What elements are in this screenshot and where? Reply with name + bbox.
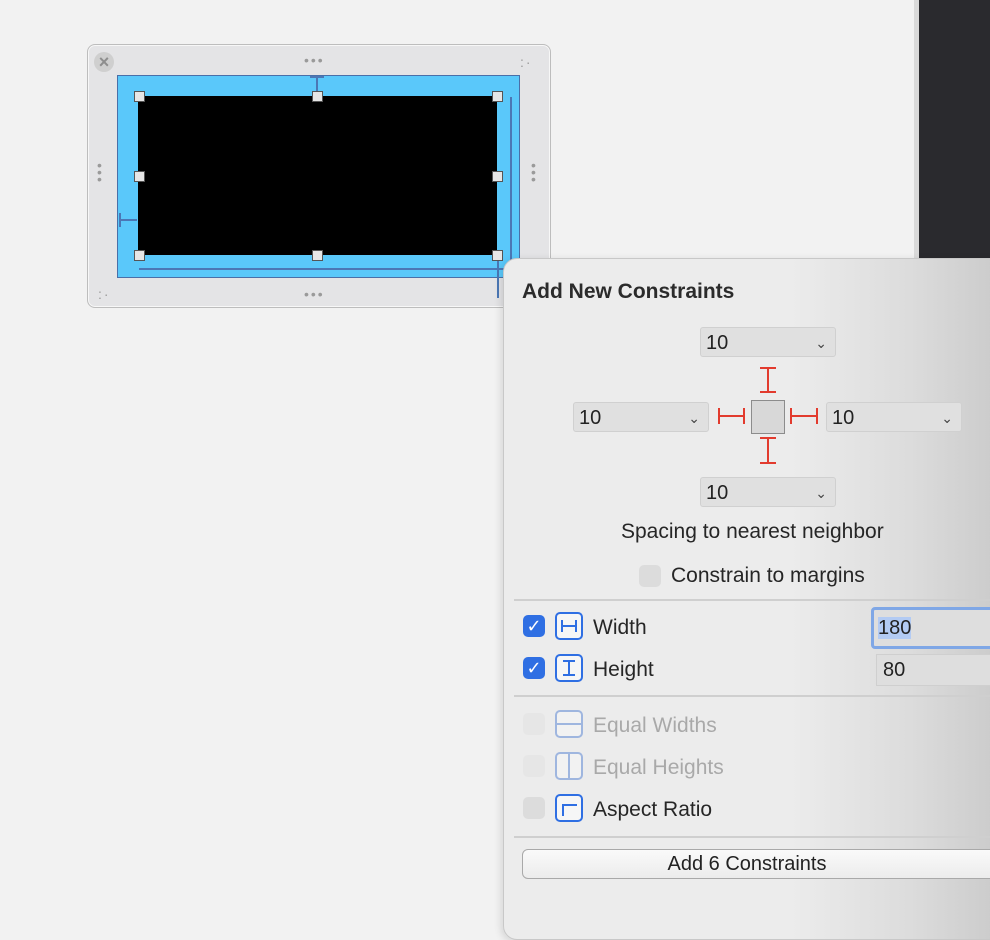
resize-handle[interactable] — [312, 250, 323, 261]
right-spacing-value: 10 — [832, 407, 855, 429]
guide-line — [497, 258, 499, 298]
pin-constraints-icon[interactable] — [710, 360, 830, 470]
guide-line — [119, 219, 137, 221]
aspect-ratio-label: Aspect Ratio — [593, 798, 713, 821]
resize-handle[interactable] — [134, 250, 145, 261]
width-label: Width — [593, 616, 647, 639]
resize-handle[interactable] — [312, 91, 323, 102]
corner-grip-icon: :· — [520, 54, 533, 70]
guide-line — [310, 76, 324, 78]
equal-widths-label: Equal Widths — [593, 714, 717, 737]
height-constraint-icon — [555, 654, 583, 682]
add-constraints-button[interactable]: Add 6 Constraints — [522, 849, 990, 879]
width-constraint-icon — [555, 612, 583, 640]
guide-line — [510, 97, 512, 269]
width-value: 180 — [878, 617, 912, 639]
left-spacing-value: 10 — [579, 407, 602, 429]
width-input[interactable]: 180 — [871, 607, 990, 649]
separator — [514, 695, 990, 697]
right-spacing-field[interactable]: 10 ⌄ — [826, 402, 962, 432]
selected-view[interactable] — [138, 96, 497, 255]
top-grip-icon[interactable]: ••• — [304, 53, 325, 67]
height-checkbox[interactable]: ✓ — [523, 657, 545, 679]
resize-handle[interactable] — [134, 91, 145, 102]
chevron-down-icon[interactable]: ⌄ — [815, 328, 827, 358]
separator — [514, 599, 990, 601]
height-label: Height — [593, 658, 654, 681]
resize-handle[interactable] — [492, 250, 503, 261]
height-input[interactable]: 80 — [876, 654, 990, 686]
bottom-spacing-field[interactable]: 10 ⌄ — [700, 477, 836, 507]
corner-grip-icon: :· — [98, 286, 111, 302]
top-spacing-field[interactable]: 10 ⌄ — [700, 327, 836, 357]
equal-heights-icon — [555, 752, 583, 780]
guide-line — [119, 213, 121, 227]
constrain-margins-label: Constrain to margins — [671, 564, 865, 587]
left-spacing-field[interactable]: 10 ⌄ — [573, 402, 709, 432]
resize-handle[interactable] — [492, 171, 503, 182]
aspect-ratio-checkbox[interactable] — [523, 797, 545, 819]
chevron-down-icon[interactable]: ⌄ — [941, 403, 953, 433]
chevron-down-icon[interactable]: ⌄ — [688, 403, 700, 433]
equal-widths-icon — [555, 710, 583, 738]
chevron-down-icon[interactable]: ⌄ — [815, 478, 827, 508]
left-grip-icon[interactable]: • • • — [97, 158, 103, 186]
spacing-caption: Spacing to nearest neighbor — [621, 520, 884, 543]
equal-heights-label: Equal Heights — [593, 756, 724, 779]
resize-handle[interactable] — [492, 91, 503, 102]
equal-widths-checkbox[interactable] — [523, 713, 545, 735]
top-spacing-value: 10 — [706, 332, 729, 354]
bottom-spacing-value: 10 — [706, 482, 729, 504]
equal-heights-checkbox[interactable] — [523, 755, 545, 777]
guide-line — [139, 268, 511, 270]
close-icon[interactable]: × — [94, 52, 114, 72]
constrain-margins-checkbox[interactable] — [639, 565, 661, 587]
bottom-grip-icon[interactable]: ••• — [304, 287, 325, 301]
separator — [514, 836, 990, 838]
width-checkbox[interactable]: ✓ — [523, 615, 545, 637]
height-value: 80 — [883, 659, 906, 681]
popover-title: Add New Constraints — [522, 280, 735, 303]
aspect-ratio-icon — [555, 794, 583, 822]
right-grip-icon[interactable]: • • • — [531, 158, 537, 186]
resize-handle[interactable] — [134, 171, 145, 182]
